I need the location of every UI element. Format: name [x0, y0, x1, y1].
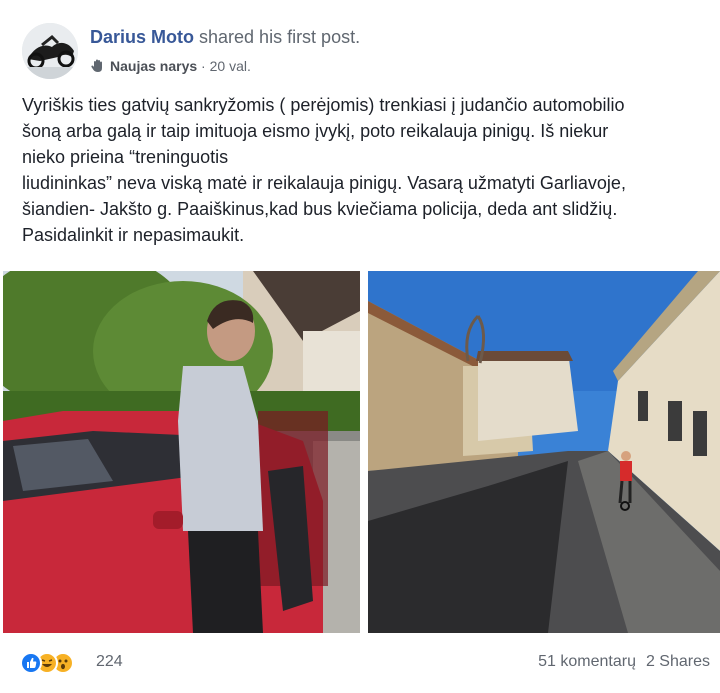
post-text-line: nieko prieina “treninguotis — [22, 147, 229, 167]
comments-count-link[interactable]: 51 komentarų — [538, 653, 636, 671]
post-text-line: Pasidalinkit ir nepasimaukit. — [22, 225, 245, 245]
author-action-text: shared his first post. — [194, 27, 361, 47]
like-icon — [20, 652, 42, 674]
new-member-badge: Naujas narys — [110, 58, 198, 74]
reaction-count[interactable]: 224 — [96, 653, 123, 671]
post-body: Vyriškis ties gatvių sankryžomis ( perėj… — [22, 92, 712, 248]
post-photo-right[interactable] — [368, 271, 720, 633]
street-with-cyclist-photo — [368, 271, 720, 633]
post-text-line: liudininkas” neva viską matė ir reikalau… — [22, 173, 626, 193]
post-text-line: Vyriškis ties gatvių sankryžomis ( perėj… — [22, 95, 625, 115]
post-timestamp[interactable]: 20 val. — [210, 58, 251, 74]
shares-count-link[interactable]: 2 Shares — [646, 653, 710, 671]
post-meta: Naujas narys · 20 val. — [90, 56, 251, 76]
post-text-line: šiandien- Jakšto g. Paaiškinus,kad bus k… — [22, 199, 618, 219]
post-header: Darius Moto shared his first post. — [90, 25, 360, 49]
author-name-link[interactable]: Darius Moto — [90, 27, 194, 47]
post-photo-left[interactable] — [3, 271, 360, 633]
post-text-line: šoną arba galą ir taip imituoja eismo įv… — [22, 121, 609, 141]
meta-separator: · — [197, 58, 210, 74]
post-footer: 224 51 komentarų 2 Shares — [0, 645, 720, 681]
new-member-hand-icon — [90, 58, 106, 74]
feed-post: Darius Moto shared his first post. Nauja… — [0, 0, 720, 693]
man-by-red-car-photo — [3, 271, 360, 633]
author-avatar[interactable] — [22, 23, 78, 79]
